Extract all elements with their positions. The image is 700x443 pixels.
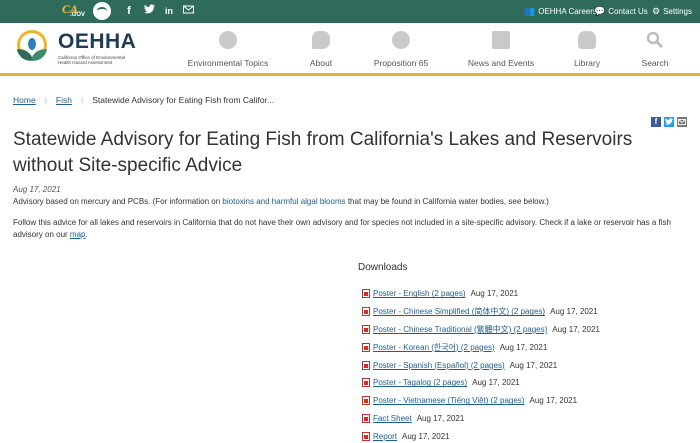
download-item: Fact Sheet Aug 17, 2021 <box>362 410 692 428</box>
nav-proposition-65[interactable]: Proposition 65 <box>356 31 446 68</box>
nav-label: News and Events <box>467 58 535 68</box>
download-date: Aug 17, 2021 <box>509 360 558 370</box>
nav-environmental-topics[interactable]: Environmental Topics <box>183 31 273 68</box>
prop65-icon <box>392 31 410 49</box>
facebook-icon[interactable]: f <box>121 3 137 19</box>
nav-label: Proposition 65 <box>373 58 429 68</box>
ca-gov-logo[interactable]: CA .GOV <box>60 2 85 21</box>
chat-icon: 💬 <box>594 6 606 16</box>
contact-link[interactable]: 💬 Contact Us <box>594 0 648 23</box>
download-date: Aug 17, 2021 <box>416 413 465 423</box>
download-link[interactable]: Report <box>373 432 397 441</box>
share-email-icon[interactable] <box>677 117 687 127</box>
download-link[interactable]: Poster - Vietnamese (Tiếng Việt) (2 page… <box>373 396 524 405</box>
breadcrumb: Home | Fish | Statewide Advisory for Eat… <box>13 95 274 105</box>
pdf-icon <box>362 324 370 334</box>
download-link[interactable]: Poster - Chinese Simplified (简体中文) (2 pa… <box>373 306 545 317</box>
share-twitter-icon[interactable] <box>664 117 674 127</box>
breadcrumb-separator: | <box>80 95 84 105</box>
nav-label: About <box>309 58 333 68</box>
nav-about[interactable]: About <box>276 31 366 68</box>
pdf-icon <box>362 431 370 441</box>
download-item: Poster - Spanish (Español) (2 pages) Aug… <box>362 356 692 374</box>
careers-label: OEHHA Careers <box>538 7 597 16</box>
publish-date: Aug 17, 2021 <box>13 185 61 194</box>
download-item: Poster - Chinese Simplified (简体中文) (2 pa… <box>362 303 692 321</box>
download-link[interactable]: Poster - Korean (한국어) (2 pages) <box>373 342 495 353</box>
gear-icon: ⚙ <box>652 6 661 16</box>
map-link[interactable]: map <box>70 230 86 239</box>
settings-link[interactable]: ⚙ Settings <box>652 0 692 23</box>
breadcrumb-current: Statewide Advisory for Eating Fish from … <box>92 95 275 105</box>
breadcrumb-fish[interactable]: Fish <box>56 95 72 105</box>
download-date: Aug 17, 2021 <box>402 431 450 441</box>
nav-label: Search <box>641 58 669 68</box>
header-divider <box>0 73 700 76</box>
download-item: Poster - Vietnamese (Tiếng Việt) (2 page… <box>362 392 692 410</box>
download-date: Aug 17, 2021 <box>552 324 600 334</box>
oehha-logo-icon[interactable] <box>14 30 50 66</box>
downloads-list: Poster - English (2 pages) Aug 17, 2021 … <box>362 285 692 443</box>
download-item: Poster - Tagalog (2 pages) Aug 17, 2021 <box>362 374 692 392</box>
careers-link[interactable]: 👥 OEHHA Careers <box>524 0 597 23</box>
download-link[interactable]: Poster - Tagalog (2 pages) <box>373 378 467 387</box>
intro-paragraph: Advisory based on mercury and PCBs. (For… <box>13 197 549 206</box>
download-link[interactable]: Poster - Spanish (Español) (2 pages) <box>373 361 505 370</box>
linkedin-icon[interactable]: in <box>161 3 177 19</box>
download-date: Aug 17, 2021 <box>470 289 519 299</box>
nav-label: Environmental Topics <box>187 58 269 68</box>
pdf-icon <box>362 307 370 317</box>
biotoxins-link[interactable]: biotoxins and harmful algal blooms <box>222 197 345 206</box>
nav-search[interactable]: Search <box>610 31 700 68</box>
search-icon <box>646 31 664 49</box>
contact-label: Contact Us <box>608 7 648 16</box>
twitter-icon[interactable] <box>141 3 157 19</box>
download-date: Aug 17, 2021 <box>550 307 598 317</box>
pdf-icon <box>362 360 370 370</box>
advice-paragraph: Follow this advice for all lakes and res… <box>13 218 671 239</box>
pdf-icon <box>362 342 370 352</box>
speech-bubble-icon <box>312 31 330 49</box>
download-item: Poster - Chinese Traditional (繁體中文) (2 p… <box>362 321 692 339</box>
downloads-heading: Downloads <box>358 262 408 273</box>
download-item: Poster - Korean (한국어) (2 pages) Aug 17, … <box>362 338 692 356</box>
download-link[interactable]: Fact Sheet <box>373 414 412 423</box>
download-date: Aug 17, 2021 <box>472 378 520 388</box>
breadcrumb-separator: | <box>44 95 47 105</box>
utility-bar: CA .GOV f in 👥 OEHHA Careers 💬 Contact Us… <box>0 0 700 23</box>
pdf-icon <box>362 289 370 299</box>
leaf-icon <box>219 31 237 49</box>
hand-pointer-icon <box>578 31 596 49</box>
pdf-icon <box>362 378 370 388</box>
people-icon: 👥 <box>524 6 536 16</box>
brand-subtitle: California Office of Environmental Healt… <box>58 55 125 65</box>
state-swirl-icon[interactable] <box>93 2 111 20</box>
email-icon[interactable] <box>180 3 196 19</box>
download-item: Report Aug 17, 2021 <box>362 427 692 443</box>
download-link[interactable]: Poster - English (2 pages) <box>373 289 466 298</box>
nav-news-events[interactable]: News and Events <box>456 31 546 68</box>
pdf-icon <box>362 396 370 406</box>
settings-label: Settings <box>663 7 692 16</box>
pdf-icon <box>362 413 370 423</box>
breadcrumb-home[interactable]: Home <box>13 95 36 105</box>
page-title: Statewide Advisory for Eating Fish from … <box>13 129 633 176</box>
brand-name[interactable]: OEHHA <box>58 30 136 54</box>
download-item: Poster - English (2 pages) Aug 17, 2021 <box>362 285 692 303</box>
calendar-icon <box>492 31 510 49</box>
site-header: OEHHA California Office of Environmental… <box>0 23 700 73</box>
download-link[interactable]: Poster - Chinese Traditional (繁體中文) (2 p… <box>373 324 547 335</box>
download-date: Aug 17, 2021 <box>499 342 548 352</box>
download-date: Aug 17, 2021 <box>529 396 578 406</box>
share-facebook-icon[interactable]: f <box>651 117 661 127</box>
